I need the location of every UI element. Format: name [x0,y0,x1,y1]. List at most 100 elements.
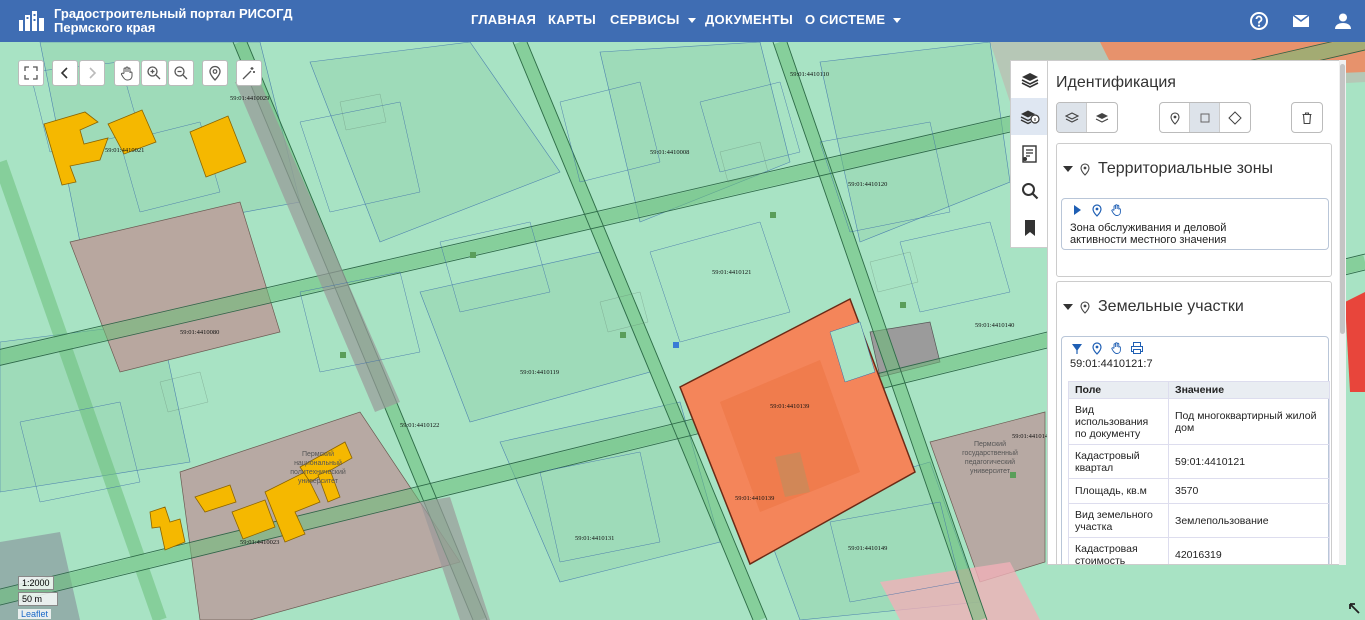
attr-field: Вид использования по документу [1068,398,1169,445]
print-icon[interactable] [1130,341,1144,355]
parcels-card-header[interactable]: Земельные участки [1063,298,1244,316]
map-pin-icon [209,65,221,81]
map-label-parcel: 59:01:4410149 [848,545,887,552]
brand-title[interactable]: Градостроительный портал РИСОГД Пермског… [54,7,292,35]
search-icon [1021,182,1038,199]
layers-tab[interactable] [1011,61,1048,98]
layers-stack-icon [1095,112,1109,123]
rectangle-select-button[interactable] [1190,103,1220,132]
map-label-parcel: 59:01:4410148 [1012,433,1051,440]
map-label-parcel: 59:01:4410029 [230,95,269,102]
bookmarks-tab[interactable] [1011,209,1048,246]
scale-ratio: 1:2000 [18,576,54,590]
panel-scrollbar[interactable] [1339,60,1346,565]
identify-layers-icon [1020,110,1040,124]
hand-icon[interactable] [1110,203,1124,217]
map-label-parcel: 59:01:4410110 [790,71,829,78]
zoom-in-icon [147,66,161,80]
zoom-out-button[interactable] [168,60,194,86]
clear-group [1291,102,1323,133]
visible-layers-button[interactable] [1087,103,1117,132]
chevron-left-icon [60,67,68,79]
parcels-card: Земельные участки 59:01:4410121:7 Поле З… [1056,281,1332,564]
leaflet-attribution-link[interactable]: Leaflet [18,609,52,619]
object-info-tab[interactable] [1011,135,1048,172]
table-row: Вид земельного участка Землепользование [1068,503,1330,538]
clear-button[interactable] [1292,103,1322,132]
parcel-item[interactable]: 59:01:4410121:7 Поле Значение Вид исполь… [1061,336,1330,564]
forward-button[interactable] [79,60,105,86]
svg-text:Пермский: Пермский [302,450,334,458]
svg-text:университет: университет [298,478,339,485]
chevron-down-icon [893,18,902,24]
rectangle-icon [1200,113,1209,122]
zones-card: Территориальные зоны Зона обслуживания и… [1056,143,1332,277]
collapse-down-icon[interactable] [1070,341,1084,355]
hand-icon [120,66,133,81]
point-select-button[interactable] [1160,103,1190,132]
map-label-parcel: 59:01:4410121 [712,269,751,276]
nav-about-label: О СИСТЕМЕ [805,12,886,27]
nav-documents[interactable]: ДОКУМЕНТЫ [705,12,793,27]
map-pin-icon[interactable] [1090,203,1104,217]
column-header-field: Поле [1068,381,1169,399]
map-pin-icon[interactable] [1090,341,1104,355]
nav-maps[interactable]: КАРТЫ [548,12,596,27]
map-label-parcel: 59:01:4410080 [180,329,219,336]
svg-text:национальный: национальный [294,459,342,467]
map-label-parcel: 59:01:4410119 [520,369,559,376]
attr-value: 59:01:4410121 [1168,444,1330,479]
layers-icon [1064,111,1079,123]
attr-field: Кадастровая стоимость [1068,537,1169,564]
attr-value: Под многоквартирный жилой дом [1168,398,1330,445]
expand-icon[interactable] [1070,203,1084,217]
panel-title: Идентификация [1056,74,1176,91]
nav-about[interactable]: О СИСТЕМЕ [805,12,902,27]
selection-mode-group [1159,102,1251,133]
magic-wand-icon [242,67,255,80]
city-logo-icon[interactable] [18,10,46,32]
locate-button[interactable] [202,60,228,86]
map-pin-icon [1169,111,1180,125]
zone-item-actions [1070,203,1124,217]
parcel-attributes-table: Поле Значение Вид использования по докум… [1068,381,1330,564]
magic-wand-button[interactable] [236,60,262,86]
map-pin-icon [1080,163,1090,176]
map-document-icon [1021,144,1037,163]
zone-item[interactable]: Зона обслуживания и деловой активности м… [1061,198,1329,250]
zones-card-header[interactable]: Территориальные зоны [1063,160,1273,178]
identification-panel: Идентификация Территориальные зоны Зона … [1047,60,1345,565]
svg-text:политехнический: политехнический [290,468,346,476]
chevron-down-icon [687,18,696,24]
nav-services[interactable]: СЕРВИСЫ [610,12,696,27]
help-icon[interactable] [1249,11,1269,31]
panel-scrollbar-thumb[interactable] [1340,64,1345,334]
search-tab[interactable] [1011,172,1048,209]
nav-home[interactable]: ГЛАВНАЯ [471,12,536,27]
zoom-in-button[interactable] [141,60,167,86]
attr-value: 3570 [1168,478,1330,504]
pan-button[interactable] [114,60,140,86]
collapse-icon [1063,304,1073,310]
nav-services-label: СЕРВИСЫ [610,12,680,27]
resize-arrow-icon[interactable] [1348,602,1360,614]
table-row: Вид использования по документу Под много… [1068,398,1330,445]
layers-icon [1021,72,1038,88]
polygon-select-button[interactable] [1220,103,1250,132]
map-label-parcel: 59:01:4410008 [650,149,689,156]
map-label-parcel: 59:01:4410023 [240,539,279,546]
table-row: Кадастровый квартал 59:01:4410121 [1068,444,1330,479]
hand-icon[interactable] [1110,341,1124,355]
map-pin-icon [1080,301,1090,314]
scale-bar: 50 m [18,592,58,606]
svg-text:университет: университет [970,468,1011,475]
fullscreen-button[interactable] [18,60,44,86]
trash-icon [1302,111,1312,124]
mail-icon[interactable] [1291,11,1311,31]
back-button[interactable] [52,60,78,86]
collapse-icon [1063,166,1073,172]
map-label-parcel: 59:01:4410120 [848,181,887,188]
user-icon[interactable] [1333,11,1353,31]
all-layers-button[interactable] [1057,103,1087,132]
identify-tab[interactable] [1011,98,1048,135]
